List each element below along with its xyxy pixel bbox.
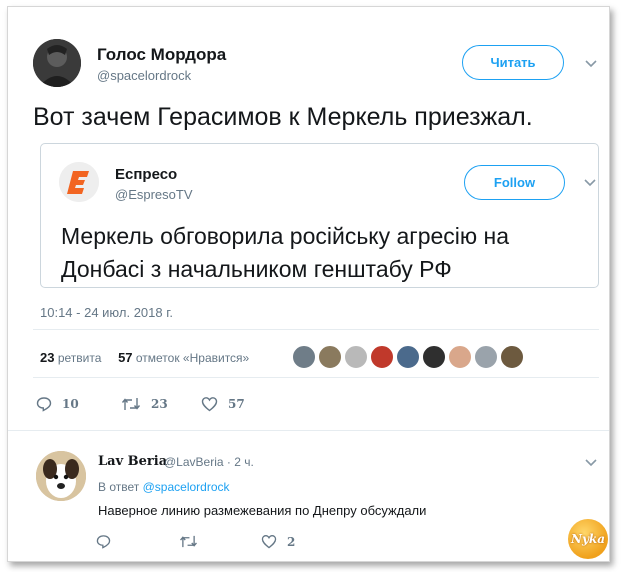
reply-to-handle-link[interactable]: @spacelordrock bbox=[143, 480, 230, 494]
like-count: 57 bbox=[228, 397, 245, 411]
tweet-timestamp[interactable]: 10:14 - 24 июл. 2018 г. bbox=[40, 305, 173, 320]
liker-avatar[interactable] bbox=[473, 344, 499, 370]
quoted-avatar[interactable] bbox=[59, 162, 99, 202]
quoted-tweet[interactable]: Еспресо @EspresoTV Follow Меркель обгово… bbox=[40, 143, 599, 288]
reply-retweet-action[interactable] bbox=[179, 534, 208, 549]
reply-count: 10 bbox=[62, 397, 79, 411]
reply-like-count: 2 bbox=[287, 534, 296, 549]
reply-icon bbox=[96, 535, 111, 549]
chevron-down-icon[interactable] bbox=[584, 59, 598, 69]
liker-avatar[interactable] bbox=[291, 344, 317, 370]
liker-avatar[interactable] bbox=[395, 344, 421, 370]
liker-avatar[interactable] bbox=[317, 344, 343, 370]
reply-author-handle[interactable]: @LavBeria bbox=[164, 455, 224, 469]
reply-avatar[interactable] bbox=[36, 451, 86, 501]
liker-avatar[interactable] bbox=[421, 344, 447, 370]
divider bbox=[8, 430, 609, 431]
likes-count[interactable]: 57 bbox=[118, 350, 132, 365]
tweet-stats: 23 ретвита 57 отметок «Нравится» bbox=[40, 350, 249, 365]
reply-action[interactable]: 10 bbox=[36, 396, 79, 412]
likes-label[interactable]: отметок «Нравится» bbox=[136, 351, 249, 365]
quoted-follow-button[interactable]: Follow bbox=[464, 165, 565, 200]
retweets-label[interactable]: ретвита bbox=[58, 351, 102, 365]
liker-avatar[interactable] bbox=[343, 344, 369, 370]
reply-to-prefix: В ответ bbox=[98, 480, 140, 494]
author-name[interactable]: Голос Мордора bbox=[97, 45, 226, 65]
tweet-card: Голос Мордора @spacelordrock Читать Вот … bbox=[7, 6, 610, 562]
divider bbox=[33, 377, 599, 378]
chevron-down-icon[interactable] bbox=[583, 178, 597, 188]
author-avatar[interactable] bbox=[33, 39, 81, 87]
reply-to: В ответ @spacelordrock bbox=[98, 480, 230, 494]
heart-icon bbox=[201, 397, 218, 412]
divider bbox=[33, 329, 599, 330]
tweet-text: Вот зачем Герасимов к Меркель приезжал. bbox=[33, 103, 533, 131]
liker-avatar[interactable] bbox=[369, 344, 395, 370]
chevron-down-icon[interactable] bbox=[584, 458, 598, 468]
retweet-icon bbox=[121, 398, 141, 410]
espreso-logo-icon bbox=[59, 162, 99, 202]
like-action[interactable]: 57 bbox=[201, 396, 245, 412]
heart-icon bbox=[261, 535, 277, 549]
reply-like-action[interactable]: 2 bbox=[261, 534, 295, 549]
reply-reply-action[interactable] bbox=[96, 534, 121, 549]
quoted-name[interactable]: Еспресо bbox=[115, 166, 177, 183]
reply-icon bbox=[36, 397, 52, 412]
retweet-count: 23 bbox=[151, 397, 168, 411]
reply-text: Наверное линию размежевания по Днепру об… bbox=[98, 503, 427, 518]
retweet-icon bbox=[180, 535, 197, 548]
liker-avatar[interactable] bbox=[499, 344, 525, 370]
follow-button[interactable]: Читать bbox=[462, 45, 564, 80]
retweet-action[interactable]: 23 bbox=[121, 396, 168, 412]
retweets-count[interactable]: 23 bbox=[40, 350, 54, 365]
quoted-handle[interactable]: @EspresoTV bbox=[115, 187, 193, 202]
reply-author-name[interactable]: Lav Beria bbox=[98, 454, 167, 469]
reply-meta: @LavBeria · 2 ч. bbox=[164, 455, 254, 469]
liker-avatar[interactable] bbox=[447, 344, 473, 370]
quoted-text: Меркель обговорила російську агресію на … bbox=[61, 223, 510, 282]
author-handle[interactable]: @spacelordrock bbox=[97, 68, 191, 83]
watermark-logo: Nyka bbox=[568, 519, 608, 559]
reply-time[interactable]: 2 ч. bbox=[234, 455, 254, 469]
